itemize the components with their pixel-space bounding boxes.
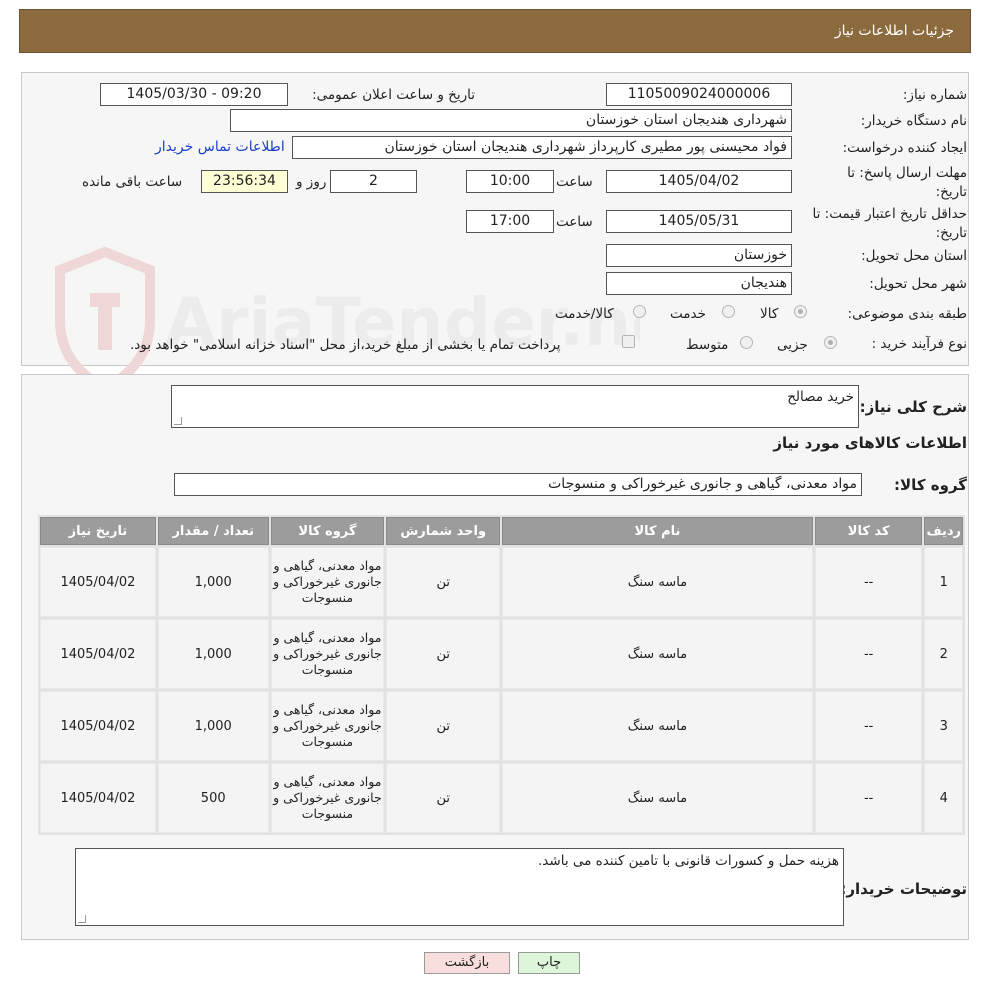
cell-row-number: 1 xyxy=(924,547,963,617)
category-option-goods-service: کالا/خدمت xyxy=(555,306,614,322)
resize-grip-icon[interactable] xyxy=(174,417,182,425)
cell-unit: تن xyxy=(386,619,501,689)
cell-date: 1405/04/02 xyxy=(40,691,156,761)
validity-date-field: 1405/05/31 xyxy=(606,210,792,233)
cell-code: -- xyxy=(814,691,923,761)
items-heading: اطلاعات کالاهای مورد نیاز xyxy=(773,434,967,452)
cell-code: -- xyxy=(814,547,923,617)
table-header-row: ردیف کد کالا نام کالا واحد شمارش گروه کا… xyxy=(40,517,963,545)
cell-date: 1405/04/02 xyxy=(40,619,156,689)
cell-group: مواد معدنی، گیاهی و جانوری غیرخوراکی و م… xyxy=(270,691,385,761)
remaining-time-field: 23:56:34 xyxy=(201,170,288,193)
need-number-label: شماره نیاز: xyxy=(902,87,967,103)
notes-textarea[interactable]: هزینه حمل و کسورات قانونی با تامین کننده… xyxy=(75,848,844,926)
cell-group: مواد معدنی، گیاهی و جانوری غیرخوراکی و م… xyxy=(270,619,385,689)
cell-row-number: 3 xyxy=(924,691,963,761)
print-button[interactable]: چاپ xyxy=(518,952,580,974)
summary-textarea[interactable]: خرید مصالح xyxy=(171,385,859,428)
col-header-name: نام کالا xyxy=(502,517,813,545)
cell-code: -- xyxy=(814,763,923,833)
col-header-code: کد کالا xyxy=(814,517,923,545)
validity-time-field: 17:00 xyxy=(466,210,554,233)
category-option-goods: کالا xyxy=(760,306,779,322)
notes-label: توضیحات خریدار: xyxy=(840,880,967,898)
announce-datetime-field: 1405/03/30 - 09:20 xyxy=(100,83,288,106)
buyer-org-field: شهرداری هندیجان استان خوزستان xyxy=(230,109,792,132)
col-header-qty: تعداد / مقدار xyxy=(157,517,269,545)
deadline-date-field: 1405/04/02 xyxy=(606,170,792,193)
validity-label: حداقل تاریخ اعتبار قیمت: تا تاریخ: xyxy=(812,206,967,241)
table-row: 1 -- ماسه سنگ تن مواد معدنی، گیاهی و جان… xyxy=(40,547,963,617)
cell-qty: 1,000 xyxy=(157,547,269,617)
category-radio-goods-service[interactable] xyxy=(633,305,646,318)
days-field: 2 xyxy=(330,170,417,193)
group-label: گروه کالا: xyxy=(894,476,967,494)
process-radio-medium[interactable] xyxy=(740,336,753,349)
cell-qty: 500 xyxy=(157,763,269,833)
category-radio-service[interactable] xyxy=(722,305,735,318)
deadline-time-field: 10:00 xyxy=(466,170,554,193)
cell-name: ماسه سنگ xyxy=(502,619,813,689)
resize-grip-icon[interactable] xyxy=(78,915,86,923)
table-row: 3 -- ماسه سنگ تن مواد معدنی، گیاهی و جان… xyxy=(40,691,963,761)
category-label: طبقه بندی موضوعی: xyxy=(847,306,967,322)
category-option-service: خدمت xyxy=(670,306,706,322)
cell-unit: تن xyxy=(386,691,501,761)
deadline-label: مهلت ارسال پاسخ: تا تاریخ: xyxy=(847,165,967,200)
cell-name: ماسه سنگ xyxy=(502,763,813,833)
cell-date: 1405/04/02 xyxy=(40,763,156,833)
need-number-field: 1105009024000006 xyxy=(606,83,792,106)
process-label: نوع فرآیند خرید : xyxy=(871,336,967,352)
payment-note: پرداخت تمام یا بخشی از مبلغ خرید،از محل … xyxy=(130,337,561,353)
notes-value: هزینه حمل و کسورات قانونی با تامین کننده… xyxy=(538,853,839,869)
cell-row-number: 2 xyxy=(924,619,963,689)
buyer-contact-link[interactable]: اطلاعات تماس خریدار xyxy=(155,139,285,155)
summary-value: خرید مصالح xyxy=(787,389,854,405)
col-header-group: گروه کالا xyxy=(270,517,385,545)
province-field: خوزستان xyxy=(606,244,792,267)
province-label: استان محل تحویل: xyxy=(861,248,967,264)
cell-date: 1405/04/02 xyxy=(40,547,156,617)
table-row: 4 -- ماسه سنگ تن مواد معدنی، گیاهی و جان… xyxy=(40,763,963,833)
group-field: مواد معدنی، گیاهی و جانوری غیرخوراکی و م… xyxy=(174,473,862,496)
process-option-medium: متوسط xyxy=(686,337,729,353)
city-field: هندیجان xyxy=(606,272,792,295)
process-radio-minor[interactable] xyxy=(824,336,837,349)
treasury-checkbox[interactable] xyxy=(622,335,635,348)
summary-label: شرح کلی نیاز: xyxy=(859,398,967,416)
buyer-org-label: نام دستگاه خریدار: xyxy=(860,113,967,129)
page-title: جزئیات اطلاعات نیاز xyxy=(834,23,954,39)
col-header-unit: واحد شمارش xyxy=(386,517,501,545)
city-label: شهر محل تحویل: xyxy=(869,276,967,292)
cell-group: مواد معدنی، گیاهی و جانوری غیرخوراکی و م… xyxy=(270,547,385,617)
cell-name: ماسه سنگ xyxy=(502,547,813,617)
cell-group: مواد معدنی، گیاهی و جانوری غیرخوراکی و م… xyxy=(270,763,385,833)
deadline-time-label: ساعت xyxy=(556,174,593,190)
cell-unit: تن xyxy=(386,547,501,617)
announce-label: تاریخ و ساعت اعلان عمومی: xyxy=(312,87,475,103)
requester-label: ایجاد کننده درخواست: xyxy=(842,140,967,156)
cell-unit: تن xyxy=(386,763,501,833)
cell-name: ماسه سنگ xyxy=(502,691,813,761)
cell-qty: 1,000 xyxy=(157,691,269,761)
back-button[interactable]: بازگشت xyxy=(424,952,510,974)
table-row: 2 -- ماسه سنگ تن مواد معدنی، گیاهی و جان… xyxy=(40,619,963,689)
col-header-row-number: ردیف xyxy=(924,517,963,545)
cell-code: -- xyxy=(814,619,923,689)
col-header-date: تاریخ نیاز xyxy=(40,517,156,545)
process-option-minor: جزیی xyxy=(777,337,808,353)
days-label: روز و xyxy=(296,174,327,190)
validity-time-label: ساعت xyxy=(556,214,593,230)
remaining-label: ساعت باقی مانده xyxy=(82,174,183,190)
page-header: جزئیات اطلاعات نیاز xyxy=(19,9,971,53)
category-radio-goods[interactable] xyxy=(794,305,807,318)
items-table: ردیف کد کالا نام کالا واحد شمارش گروه کا… xyxy=(38,515,965,835)
cell-qty: 1,000 xyxy=(157,619,269,689)
requester-field: فواد محیسنی پور مطیری کارپرداز شهرداری ه… xyxy=(292,136,792,159)
cell-row-number: 4 xyxy=(924,763,963,833)
